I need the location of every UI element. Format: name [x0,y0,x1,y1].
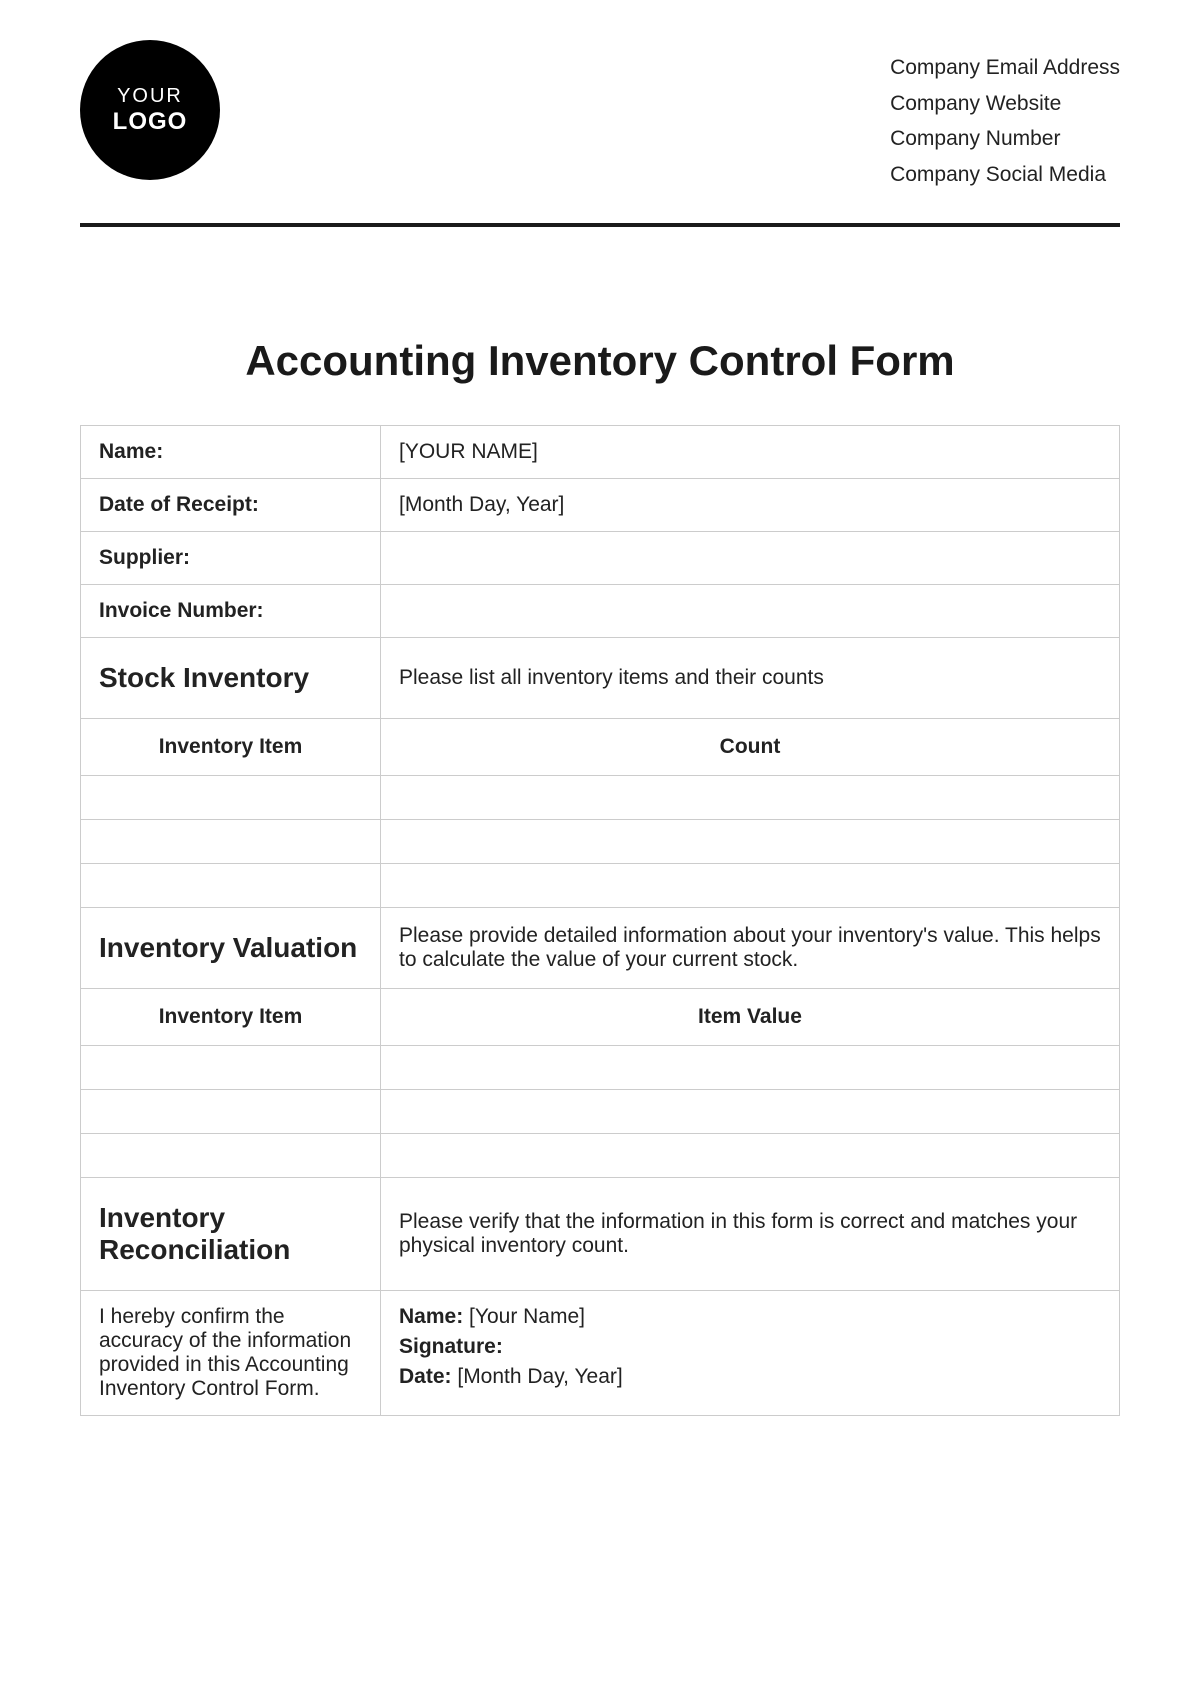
valuation-row-3 [81,1133,1120,1177]
name-label: Name: [81,425,381,478]
name-value[interactable]: [YOUR NAME] [381,425,1120,478]
valuation-item-1[interactable] [81,1045,381,1089]
stock-item-1[interactable] [81,775,381,819]
valuation-row-1 [81,1045,1120,1089]
row-stock-inventory-cols: Inventory Item Count [81,718,1120,775]
company-email: Company Email Address [890,50,1120,86]
row-name: Name: [YOUR NAME] [81,425,1120,478]
row-invoice: Invoice Number: [81,584,1120,637]
row-stock-inventory-heading: Stock Inventory Please list all inventor… [81,637,1120,718]
row-confirmation: I hereby confirm the accuracy of the inf… [81,1290,1120,1415]
row-supplier: Supplier: [81,531,1120,584]
company-number: Company Number [890,121,1120,157]
valuation-row-2 [81,1089,1120,1133]
row-valuation-heading: Inventory Valuation Please provide detai… [81,907,1120,988]
stock-item-3[interactable] [81,863,381,907]
confirmation-fields: Name: [Your Name] Signature: Date: [Mont… [381,1290,1120,1415]
row-valuation-cols: Inventory Item Item Value [81,988,1120,1045]
valuation-desc: Please provide detailed information abou… [381,907,1120,988]
stock-count-2[interactable] [381,819,1120,863]
header: YOUR LOGO Company Email Address Company … [80,40,1120,227]
valuation-value-1[interactable] [381,1045,1120,1089]
form-table: Name: [YOUR NAME] Date of Receipt: [Mont… [80,425,1120,1416]
logo-line2: LOGO [113,108,188,136]
valuation-item-2[interactable] [81,1089,381,1133]
confirm-date-value[interactable]: [Month Day, Year] [457,1365,622,1388]
invoice-label: Invoice Number: [81,584,381,637]
stock-item-2[interactable] [81,819,381,863]
stock-col1: Inventory Item [81,718,381,775]
valuation-value-2[interactable] [381,1089,1120,1133]
company-social: Company Social Media [890,157,1120,193]
page-title: Accounting Inventory Control Form [80,337,1120,385]
valuation-item-3[interactable] [81,1133,381,1177]
date-receipt-label: Date of Receipt: [81,478,381,531]
date-receipt-value[interactable]: [Month Day, Year] [381,478,1120,531]
logo-placeholder: YOUR LOGO [80,40,220,180]
logo-line1: YOUR [117,85,183,108]
valuation-col2: Item Value [381,988,1120,1045]
company-info: Company Email Address Company Website Co… [890,50,1120,193]
confirm-signature-label: Signature: [399,1335,503,1358]
confirm-name-value[interactable]: [Your Name] [469,1305,585,1328]
stock-row-3 [81,863,1120,907]
stock-row-1 [81,775,1120,819]
confirm-date-label: Date: [399,1365,452,1388]
reconciliation-desc: Please verify that the information in th… [381,1177,1120,1290]
company-website: Company Website [890,86,1120,122]
valuation-col1: Inventory Item [81,988,381,1045]
stock-inventory-heading: Stock Inventory [81,637,381,718]
stock-col2: Count [381,718,1120,775]
row-reconciliation-heading: Inventory Reconciliation Please verify t… [81,1177,1120,1290]
valuation-value-3[interactable] [381,1133,1120,1177]
row-date-receipt: Date of Receipt: [Month Day, Year] [81,478,1120,531]
stock-count-3[interactable] [381,863,1120,907]
valuation-heading: Inventory Valuation [81,907,381,988]
stock-row-2 [81,819,1120,863]
invoice-value[interactable] [381,584,1120,637]
supplier-label: Supplier: [81,531,381,584]
supplier-value[interactable] [381,531,1120,584]
reconciliation-heading: Inventory Reconciliation [81,1177,381,1290]
stock-inventory-desc: Please list all inventory items and thei… [381,637,1120,718]
confirmation-text: I hereby confirm the accuracy of the inf… [81,1290,381,1415]
stock-count-1[interactable] [381,775,1120,819]
confirm-name-label: Name: [399,1305,463,1328]
